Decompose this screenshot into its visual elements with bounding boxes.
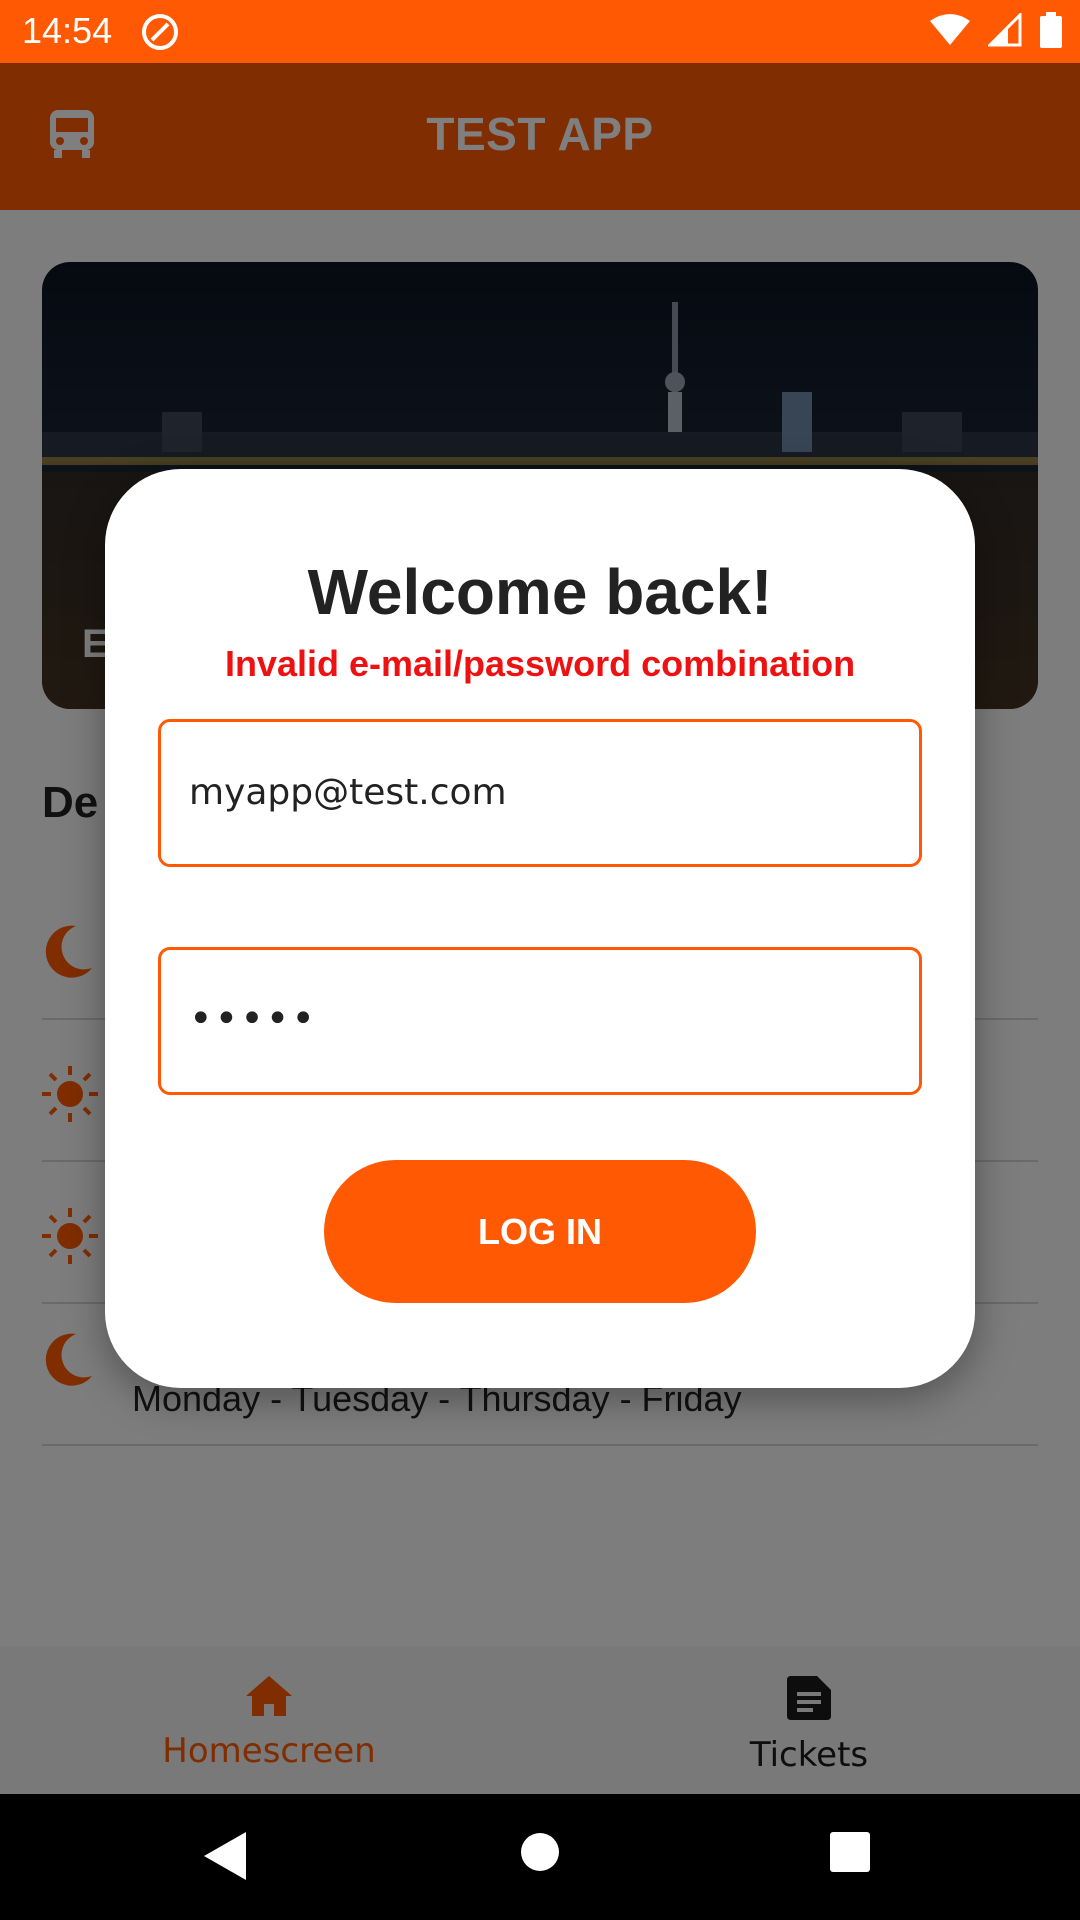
email-field[interactable]: myapp@test.com (158, 719, 922, 867)
status-time: 14:54 (22, 10, 113, 51)
password-value: ••••• (189, 996, 317, 1042)
login-dialog: Welcome back! Invalid e-mail/password co… (105, 469, 975, 1388)
password-field[interactable]: ••••• (158, 947, 922, 1095)
signal-icon (986, 11, 1022, 52)
wifi-icon (930, 13, 970, 52)
system-navigation-bar (0, 1794, 1080, 1920)
login-button[interactable]: LOG IN (324, 1160, 756, 1303)
dialog-title: Welcome back! (307, 556, 773, 628)
battery-icon (1040, 12, 1062, 53)
back-icon[interactable] (204, 1832, 246, 1885)
recents-icon[interactable] (830, 1832, 870, 1877)
email-value: myapp@test.com (189, 772, 507, 813)
sync-icon (140, 12, 180, 57)
home-circle-icon[interactable] (520, 1832, 560, 1877)
status-bar: 14:54 (0, 0, 1080, 63)
error-message: Invalid e-mail/password combination (224, 643, 856, 684)
